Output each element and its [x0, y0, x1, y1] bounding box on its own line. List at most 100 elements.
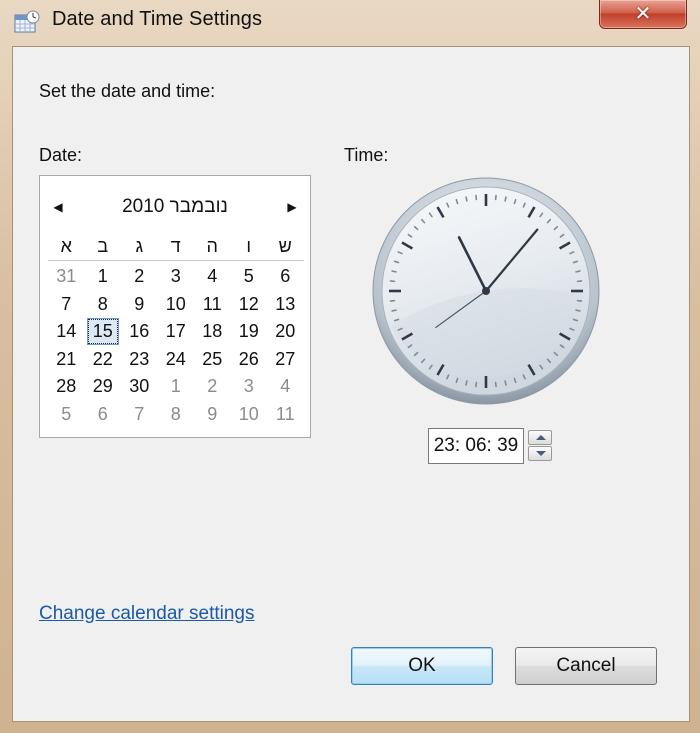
ok-button[interactable]: OK	[351, 647, 493, 685]
calendar-day[interactable]: 18	[194, 318, 231, 346]
calendar-day[interactable]: 21	[48, 346, 85, 374]
day-number: 24	[165, 348, 186, 369]
calendar-day[interactable]: 8	[158, 401, 195, 429]
calendar-day[interactable]: 24	[158, 346, 195, 374]
day-number: 11	[202, 293, 222, 314]
day-number: 8	[97, 293, 108, 314]
day-number: 20	[275, 321, 296, 341]
clock-center	[482, 287, 490, 295]
time-spinner[interactable]	[528, 430, 554, 462]
calendar-day[interactable]: 1	[85, 263, 122, 291]
calendar-day[interactable]: 26	[231, 346, 268, 374]
calendar-day[interactable]: 31	[48, 263, 85, 291]
calendar-day[interactable]: 30	[121, 373, 158, 401]
calendar-day[interactable]: 19	[231, 318, 268, 346]
calendar-day[interactable]: 9	[121, 291, 158, 319]
weekday-header: א	[60, 236, 72, 256]
calendar-day[interactable]: 5	[231, 263, 268, 291]
cancel-button[interactable]: Cancel	[515, 647, 657, 685]
calendar-day[interactable]: 14	[48, 318, 85, 346]
calendar-week-row: 28 29 30 1 2 3 4	[48, 373, 304, 401]
day-number: 6	[280, 266, 291, 286]
calendar-day[interactable]: 8	[85, 291, 122, 319]
calendar-month-title[interactable]: נובמבר 2010	[80, 196, 270, 218]
calendar-day[interactable]: 2	[194, 373, 231, 401]
calendar-day[interactable]: 4	[194, 263, 231, 291]
weekday-header: ו	[246, 236, 252, 256]
calendar[interactable]: ◀ נובמבר 2010 ▶ אבגדהוש 31 1 2 3 4 5 6 7 8 9 10 11 1…	[39, 175, 311, 438]
day-number: 22	[92, 348, 113, 369]
next-month-button[interactable]: ▶	[284, 199, 300, 215]
calendar-day[interactable]: 7	[121, 401, 158, 429]
calendar-day[interactable]: 5	[48, 401, 85, 429]
day-number: 5	[243, 266, 254, 286]
calendar-day[interactable]: 22	[85, 346, 122, 374]
close-icon: ✕	[634, 1, 652, 25]
calendar-day[interactable]: 13	[267, 291, 304, 319]
dialog-heading: Set the date and time:	[39, 81, 216, 101]
analog-clock	[372, 177, 600, 405]
calendar-week-row: 21 22 23 24 25 26 27	[48, 346, 304, 374]
title-bar[interactable]: Date and Time Settings ✕	[0, 0, 700, 46]
time-input[interactable]: 23: 06: 39	[428, 428, 524, 464]
day-number: 9	[207, 403, 218, 424]
calendar-day[interactable]: 16	[121, 318, 158, 346]
day-number: 28	[56, 376, 77, 396]
day-number: 26	[238, 348, 259, 369]
calendar-day[interactable]: 27	[267, 346, 304, 374]
day-number: 9	[134, 293, 145, 314]
day-number: 13	[275, 293, 296, 314]
day-number: 1	[170, 376, 181, 396]
calendar-day[interactable]: 25	[194, 346, 231, 374]
calendar-day[interactable]: 28	[48, 373, 85, 401]
calendar-day[interactable]: 2	[121, 263, 158, 291]
close-button[interactable]: ✕	[599, 0, 687, 29]
calendar-day[interactable]: 6	[267, 263, 304, 291]
calendar-week-row: 14 15 16 17 18 19 20	[48, 318, 304, 346]
day-number: 16	[129, 321, 150, 341]
calendar-day[interactable]: 12	[231, 291, 268, 319]
day-number: 19	[238, 321, 259, 341]
clock-minute-mark	[465, 380, 468, 386]
spin-up-button[interactable]	[528, 430, 552, 445]
weekday-header: ב	[97, 236, 109, 256]
previous-month-button[interactable]: ◀	[50, 199, 66, 215]
calendar-day[interactable]: 11	[194, 291, 231, 319]
day-number: 21	[56, 348, 77, 369]
calendar-day[interactable]: 29	[85, 373, 122, 401]
calendar-week-row: 31 1 2 3 4 5 6	[48, 263, 304, 291]
change-calendar-settings-link[interactable]: Change calendar settings	[39, 603, 254, 625]
calendar-day[interactable]: 11	[267, 401, 304, 429]
calendar-day[interactable]: 6	[85, 401, 122, 429]
calendar-day[interactable]: 20	[267, 318, 304, 346]
weekday-header: ד	[170, 236, 181, 256]
calendar-day[interactable]: 23	[121, 346, 158, 374]
day-number: 2	[134, 266, 145, 286]
calendar-day[interactable]: 7	[48, 291, 85, 319]
day-number: 4	[280, 376, 291, 396]
dialog-body: Set the date and time: Date: Time: ◀ נוב…	[12, 46, 690, 722]
calendar-day[interactable]: 17	[158, 318, 195, 346]
day-number: 8	[170, 403, 181, 424]
calendar-week-row: 7 8 9 10 11 12 13	[48, 291, 304, 319]
calendar-day[interactable]: 10	[158, 291, 195, 319]
day-number: 15	[92, 321, 113, 341]
clock-minute-mark	[575, 309, 581, 312]
day-number: 12	[238, 293, 259, 314]
day-number: 11	[275, 403, 295, 424]
calendar-day[interactable]: 9	[194, 401, 231, 429]
calendar-day[interactable]: 4	[267, 373, 304, 401]
calendar-day[interactable]: 1	[158, 373, 195, 401]
calendar-day-selected[interactable]: 15	[85, 318, 122, 346]
day-number: 7	[134, 403, 145, 424]
weekday-header-row: אבגדהוש	[48, 234, 304, 261]
day-number: 30	[129, 376, 150, 396]
calendar-day[interactable]: 10	[231, 401, 268, 429]
day-number: 4	[207, 266, 218, 286]
spin-down-button[interactable]	[528, 446, 552, 461]
day-number: 7	[61, 293, 72, 314]
calendar-day[interactable]: 3	[158, 263, 195, 291]
calendar-grid: אבגדהוש 31 1 2 3 4 5 6 7 8 9 10 11 12 13 14 15 16 17 18 19 2…	[48, 234, 304, 428]
calendar-day[interactable]: 3	[231, 373, 268, 401]
day-number: 25	[202, 348, 223, 369]
